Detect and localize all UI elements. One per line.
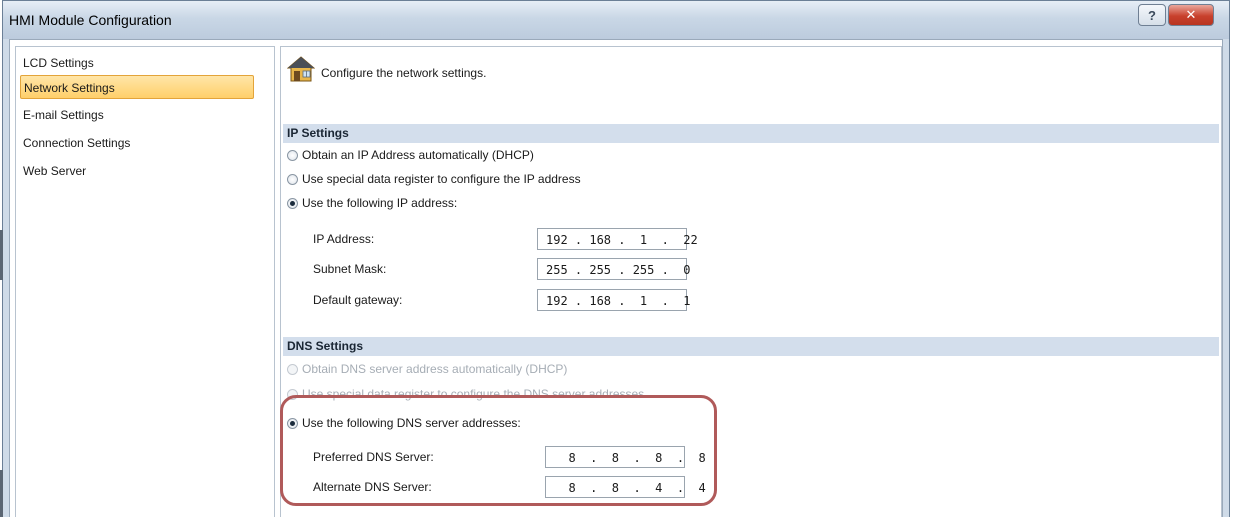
- subnet-mask-input[interactable]: 255 . 255 . 255 . 0: [537, 258, 691, 280]
- left-edge-mark: [0, 470, 3, 517]
- sidebar-item-label: Web Server: [23, 164, 87, 178]
- radio-button-checked[interactable]: [287, 197, 298, 209]
- close-button[interactable]: ✕: [1168, 4, 1214, 26]
- dns-settings-header: DNS Settings: [283, 337, 1219, 356]
- title-bar: HMI Module Configuration ? ✕: [3, 1, 1229, 39]
- left-edge-mark: [0, 230, 3, 280]
- sidebar-item-label: E-mail Settings: [23, 108, 104, 122]
- window-title: HMI Module Configuration: [9, 12, 172, 28]
- ip-dhcp-option[interactable]: Obtain an IP Address automatically (DHCP…: [287, 145, 534, 165]
- option-label: Obtain an IP Address automatically (DHCP…: [302, 148, 534, 162]
- ip-static-option[interactable]: Use the following IP address:: [287, 193, 457, 213]
- help-icon: ?: [1148, 7, 1156, 23]
- sidebar-item-lcd-settings[interactable]: LCD Settings: [20, 51, 254, 75]
- dns-dhcp-option: Obtain DNS server address automatically …: [287, 359, 567, 379]
- radio-button[interactable]: [287, 149, 298, 161]
- sidebar-item-network-settings[interactable]: Network Settings: [20, 75, 254, 99]
- close-icon: ✕: [1185, 7, 1197, 22]
- ip-settings-header: IP Settings: [283, 124, 1219, 143]
- sidebar-item-label: LCD Settings: [23, 56, 94, 70]
- sidebar-item-email-settings[interactable]: E-mail Settings: [20, 103, 254, 127]
- option-label: Use special data register to configure t…: [302, 172, 581, 186]
- ip-address-input[interactable]: 192 . 168 . 1 . 22: [537, 228, 698, 250]
- default-gateway-input[interactable]: 192 . 168 . 1 . 1: [537, 289, 691, 311]
- radio-button[interactable]: [287, 173, 298, 185]
- sidebar-item-connection-settings[interactable]: Connection Settings: [20, 131, 254, 155]
- settings-nav: LCD Settings Network Settings E-mail Set…: [15, 46, 275, 517]
- dns-highlight-outline: [280, 395, 717, 506]
- radio-button-disabled: [287, 363, 298, 375]
- house-network-icon: [287, 56, 315, 82]
- ip-address-label: IP Address:: [313, 232, 375, 246]
- subnet-mask-label: Subnet Mask:: [313, 262, 387, 276]
- sidebar-item-label: Connection Settings: [23, 136, 131, 150]
- sidebar-item-web-server[interactable]: Web Server: [20, 159, 254, 183]
- option-label: Obtain DNS server address automatically …: [302, 362, 568, 376]
- ip-data-register-option[interactable]: Use special data register to configure t…: [287, 169, 581, 189]
- intro-text: Configure the network settings.: [321, 66, 487, 80]
- help-button[interactable]: ?: [1138, 4, 1166, 26]
- option-label: Use the following IP address:: [302, 196, 458, 210]
- default-gateway-label: Default gateway:: [313, 293, 403, 307]
- sidebar-item-label: Network Settings: [24, 81, 115, 95]
